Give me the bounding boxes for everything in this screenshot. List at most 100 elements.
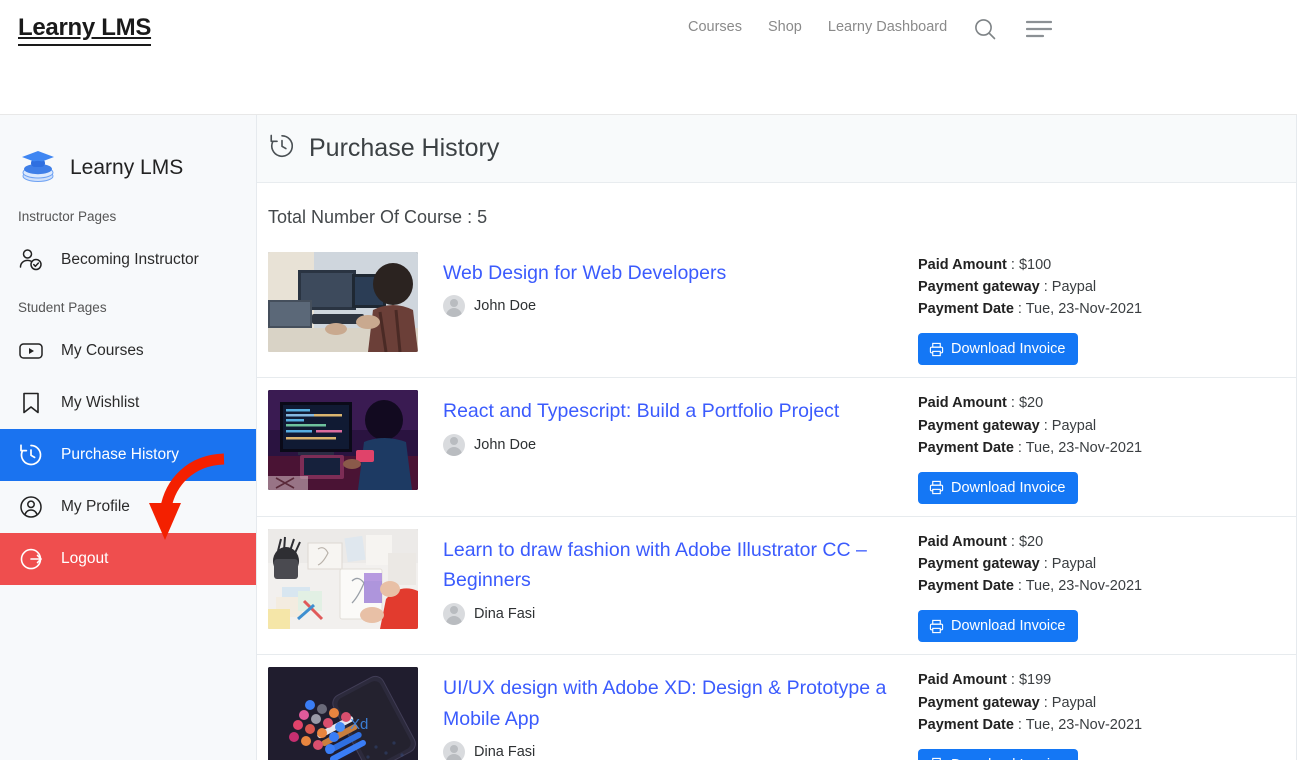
sidebar-item-my-profile[interactable]: My Profile — [0, 481, 256, 533]
logout-arrow-icon — [18, 546, 44, 572]
course-title-link[interactable]: React and Typescript: Build a Portfolio … — [443, 396, 918, 426]
payment-info: Paid Amount : $20 Payment gateway : Payp… — [918, 390, 1248, 504]
site-logo-text[interactable]: Learny LMS — [18, 14, 151, 47]
table-row: Xd UI/UX design with Adobe XD: Design & … — [257, 655, 1296, 760]
course-author: John Doe — [443, 433, 918, 456]
paid-amount-row: Paid Amount : $20 — [918, 395, 1044, 412]
dashboard-sidebar: Learny LMS Instructor Pages Becoming Ins… — [0, 115, 257, 760]
course-info: React and Typescript: Build a Portfolio … — [418, 390, 918, 456]
sidebar-brand-label: Learny LMS — [70, 156, 184, 179]
paid-amount-row: Paid Amount : $199 — [918, 672, 1052, 689]
payment-gateway-value: Paypal — [1051, 279, 1097, 296]
sidebar-item-label: Becoming Instructor — [61, 251, 199, 268]
paid-amount-label: Paid Amount — [918, 533, 1007, 550]
sidebar-section-instructor-pages: Instructor Pages — [18, 209, 117, 224]
neon-coding-room-thumbnail-image — [268, 390, 418, 491]
table-row: React and Typescript: Build a Portfolio … — [257, 378, 1296, 517]
fashion-sketching-desk-thumbnail-image — [268, 528, 418, 629]
purchase-list: Web Design for Web Developers John Doe P… — [257, 228, 1296, 760]
nav-item-learny-dashboard[interactable]: Learny Dashboard — [828, 19, 947, 35]
payment-gateway-row: Payment gateway : Paypal — [918, 556, 1097, 573]
table-row: Web Design for Web Developers John Doe P… — [257, 240, 1296, 379]
download-invoice-label: Download Invoice — [951, 341, 1066, 358]
sidebar-item-logout[interactable]: Logout — [0, 533, 256, 585]
video-play-icon — [18, 338, 44, 364]
sidebar-item-my-wishlist[interactable]: My Wishlist — [0, 377, 256, 429]
history-clock-icon — [268, 132, 296, 165]
purchase-history-panel: Purchase History Total Number Of Course … — [257, 115, 1297, 760]
sidebar-item-label: My Wishlist — [61, 394, 140, 411]
payment-gateway-value: Paypal — [1051, 417, 1097, 434]
primary-nav: Courses Shop Learny Dashboard — [688, 19, 947, 35]
paid-amount-label: Paid Amount — [918, 672, 1007, 689]
paid-amount-label: Paid Amount — [918, 257, 1007, 273]
sidebar-item-label: My Courses — [61, 342, 144, 359]
printer-icon — [929, 480, 944, 495]
download-invoice-button[interactable]: Download Invoice — [918, 471, 1079, 504]
graduation-cap-books-logo-icon — [18, 147, 58, 190]
header-icon-group — [972, 16, 1053, 47]
download-invoice-button[interactable]: Download Invoice — [918, 748, 1079, 760]
paid-amount-row: Paid Amount : $100 — [918, 257, 1052, 273]
avatar — [443, 602, 465, 625]
paid-amount-row: Paid Amount : $20 — [918, 533, 1044, 550]
payment-date-value: Tue, 23-Nov-2021 — [1025, 301, 1143, 318]
course-thumbnail[interactable] — [268, 252, 418, 352]
hamburger-menu-icon[interactable] — [1025, 18, 1053, 45]
payment-gateway-label: Payment gateway — [918, 279, 1040, 296]
sidebar-item-label: Purchase History — [61, 446, 180, 463]
download-invoice-label: Download Invoice — [951, 479, 1066, 496]
course-author: Dina Fasi — [443, 741, 918, 760]
download-invoice-label: Download Invoice — [951, 618, 1066, 635]
sidebar-brand[interactable]: Learny LMS — [0, 115, 256, 195]
payment-gateway-label: Payment gateway — [918, 556, 1040, 573]
course-title-link[interactable]: Web Design for Web Developers — [443, 258, 918, 288]
course-thumbnail[interactable]: Xd — [268, 667, 418, 760]
course-title-link[interactable]: Learn to draw fashion with Adobe Illustr… — [443, 535, 918, 596]
payment-date-label: Payment Date — [918, 301, 1014, 318]
table-row: Learn to draw fashion with Adobe Illustr… — [257, 517, 1296, 656]
payment-date-value: Tue, 23-Nov-2021 — [1025, 578, 1143, 595]
payment-info: Paid Amount : $20 Payment gateway : Payp… — [918, 529, 1248, 643]
download-invoice-button[interactable]: Download Invoice — [918, 610, 1079, 643]
course-info: Web Design for Web Developers John Doe — [418, 252, 918, 318]
svg-text:Xd: Xd — [350, 716, 368, 733]
payment-date-value: Tue, 23-Nov-2021 — [1025, 716, 1143, 733]
payment-gateway-row: Payment gateway : Paypal — [918, 417, 1097, 434]
course-thumbnail[interactable] — [268, 528, 418, 629]
payment-info: Paid Amount : $199 Payment gateway : Pay… — [918, 667, 1248, 760]
nav-item-courses[interactable]: Courses — [688, 19, 755, 35]
sidebar-item-label: My Profile — [61, 498, 130, 515]
dashboard-shell: Learny LMS Instructor Pages Becoming Ins… — [0, 115, 1297, 760]
user-circle-icon — [18, 494, 44, 520]
panel-header: Purchase History — [257, 115, 1296, 183]
course-title-link[interactable]: UI/UX design with Adobe XD: Design & Pro… — [443, 673, 918, 734]
sidebar-item-becoming-instructor[interactable]: Becoming Instructor — [0, 234, 256, 286]
course-author: Dina Fasi — [443, 602, 918, 625]
bookmark-icon — [18, 390, 44, 416]
developer-at-desk-thumbnail-image — [268, 252, 418, 352]
sidebar-section-student-pages: Student Pages — [18, 300, 107, 315]
user-check-icon — [18, 247, 44, 273]
payment-gateway-label: Payment gateway — [918, 694, 1040, 711]
paid-amount-value: $100 — [1018, 257, 1052, 273]
course-author: John Doe — [443, 295, 918, 318]
course-thumbnail[interactable] — [268, 390, 418, 491]
payment-date-row: Payment Date : Tue, 23-Nov-2021 — [918, 439, 1143, 456]
author-name: Dina Fasi — [474, 744, 536, 760]
nav-item-shop[interactable]: Shop — [768, 19, 815, 35]
payment-info: Paid Amount : $100 Payment gateway : Pay… — [918, 252, 1248, 366]
phone-and-swatches-thumbnail-image: Xd — [268, 667, 418, 760]
payment-date-row: Payment Date : Tue, 23-Nov-2021 — [918, 301, 1143, 318]
sidebar-item-label: Logout — [61, 550, 109, 567]
payment-gateway-value: Paypal — [1051, 694, 1097, 711]
search-icon[interactable] — [972, 16, 998, 47]
sidebar-item-my-courses[interactable]: My Courses — [0, 325, 256, 377]
sidebar-item-purchase-history[interactable]: Purchase History — [0, 429, 256, 481]
payment-date-row: Payment Date : Tue, 23-Nov-2021 — [918, 716, 1143, 733]
course-info: UI/UX design with Adobe XD: Design & Pro… — [418, 667, 918, 760]
payment-date-label: Payment Date — [918, 578, 1014, 595]
download-invoice-button[interactable]: Download Invoice — [918, 333, 1079, 366]
author-name: John Doe — [474, 298, 537, 315]
payment-date-row: Payment Date : Tue, 23-Nov-2021 — [918, 578, 1143, 595]
